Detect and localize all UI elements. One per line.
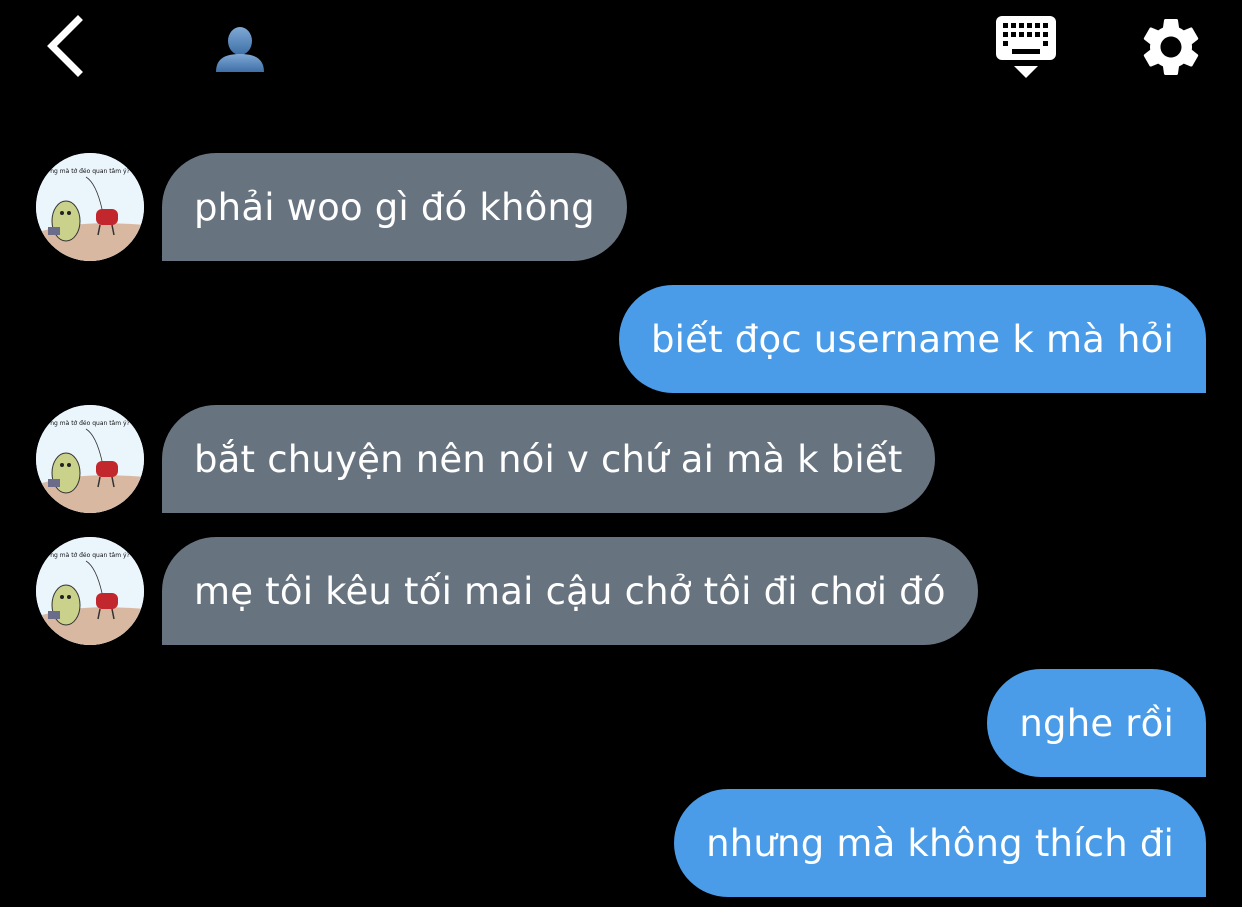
avatar[interactable]: ng mà tớ đéo quan tâm ý?	[36, 537, 144, 645]
message-text: nhưng mà không thích đi	[706, 821, 1174, 865]
message-thread: ng mà tớ đéo quan tâm ý? phải woo gì đó …	[0, 0, 1242, 907]
message-text: bắt chuyện nên nói v chứ ai mà k biết	[194, 437, 903, 481]
svg-text:ng mà tớ đéo quan tâm ý?: ng mà tớ đéo quan tâm ý?	[50, 420, 129, 427]
message-row: nhưng mà không thích đi	[0, 789, 1242, 897]
outgoing-message-bubble[interactable]: nhưng mà không thích đi	[674, 789, 1206, 897]
avatar-image: ng mà tớ đéo quan tâm ý?	[36, 153, 144, 261]
message-row: nghe rồi	[0, 669, 1242, 777]
incoming-message-bubble[interactable]: phải woo gì đó không	[162, 153, 627, 261]
message-row: ng mà tớ đéo quan tâm ý? mẹ tôi kêu tối …	[0, 537, 1242, 645]
avatar-image: ng mà tớ đéo quan tâm ý?	[36, 537, 144, 645]
message-row: biết đọc username k mà hỏi	[0, 285, 1242, 393]
avatar[interactable]: ng mà tớ đéo quan tâm ý?	[36, 405, 144, 513]
outgoing-message-bubble[interactable]: biết đọc username k mà hỏi	[618, 285, 1206, 393]
svg-text:ng mà tớ đéo quan tâm ý?: ng mà tớ đéo quan tâm ý?	[50, 168, 129, 175]
message-row: ng mà tớ đéo quan tâm ý? bắt chuyện nên …	[0, 405, 1242, 513]
avatar-image: ng mà tớ đéo quan tâm ý?	[36, 405, 144, 513]
message-row: ng mà tớ đéo quan tâm ý? phải woo gì đó …	[0, 153, 1242, 261]
message-text: phải woo gì đó không	[194, 185, 595, 229]
message-text: nghe rồi	[1019, 701, 1174, 745]
incoming-message-bubble[interactable]: bắt chuyện nên nói v chứ ai mà k biết	[162, 405, 935, 513]
svg-text:ng mà tớ đéo quan tâm ý?: ng mà tớ đéo quan tâm ý?	[50, 552, 129, 559]
message-text: biết đọc username k mà hỏi	[650, 317, 1174, 361]
incoming-message-bubble[interactable]: mẹ tôi kêu tối mai cậu chở tôi đi chơi đ…	[162, 537, 978, 645]
message-text: mẹ tôi kêu tối mai cậu chở tôi đi chơi đ…	[194, 569, 946, 613]
outgoing-message-bubble[interactable]: nghe rồi	[987, 669, 1206, 777]
avatar[interactable]: ng mà tớ đéo quan tâm ý?	[36, 153, 144, 261]
